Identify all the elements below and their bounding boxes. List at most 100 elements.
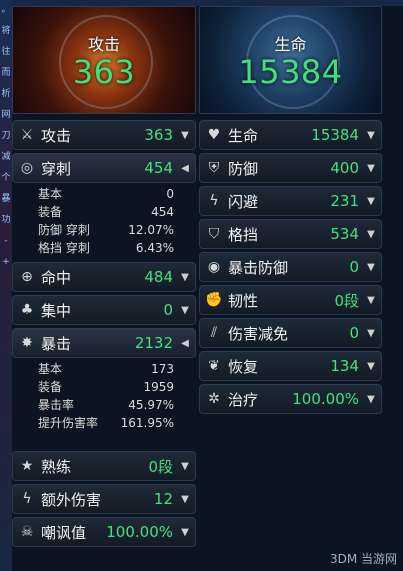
sidebar-char: 。 xyxy=(1,5,11,15)
stat-row-pierce[interactable]: ◎ 穿刺 454 ◀ xyxy=(12,153,196,183)
chevron-down-icon[interactable]: ▼ xyxy=(365,361,377,372)
sidebar-char: 减 xyxy=(1,152,11,162)
health-column: 生命 15384 ♥ 生命 15384 ▼ ⛨ 防御 400 ▼ ϟ 闪避 23… xyxy=(199,6,382,414)
star-icon: ★ xyxy=(20,458,34,474)
burst-icon: ✸ xyxy=(21,335,33,351)
chevron-down-icon[interactable]: ▼ xyxy=(365,295,377,306)
detail-row: 基本 173 xyxy=(38,362,174,376)
stat-label: 防御 xyxy=(228,159,259,178)
watermark: 3DM 当游网 xyxy=(329,552,397,566)
sidebar-char: 将 xyxy=(1,26,11,36)
chevron-down-icon[interactable]: ▼ xyxy=(365,229,377,240)
sidebar-char: 析 xyxy=(1,89,11,99)
chevron-down-icon[interactable]: ▼ xyxy=(365,328,377,339)
stat-row-taunt[interactable]: ☠ 嘲讽值 100.00% ▼ xyxy=(12,517,196,547)
health-banner-value: 15384 xyxy=(238,53,343,91)
stat-row-recovery[interactable]: ❦ 恢复 134 ▼ xyxy=(199,351,382,381)
attack-banner-value: 363 xyxy=(72,53,136,91)
slash-icon: ⫽ xyxy=(210,325,218,341)
stat-row-damage-reduction[interactable]: ⫽ 伤害减免 0 ▼ xyxy=(199,318,382,348)
stat-row-attack[interactable]: ⚔ 攻击 363 ▼ xyxy=(12,120,196,150)
attack-banner: 攻击 363 xyxy=(12,6,196,114)
chevron-down-icon[interactable]: ▼ xyxy=(365,163,377,174)
chevron-down-icon[interactable]: ▼ xyxy=(179,130,191,141)
stat-row-defense[interactable]: ⛨ 防御 400 ▼ xyxy=(199,153,382,183)
stat-value: 100.00% xyxy=(292,390,359,408)
detail-row: 装备 454 xyxy=(38,205,174,219)
chevron-left-icon[interactable]: ◀ xyxy=(179,338,191,349)
chevron-down-icon[interactable]: ▼ xyxy=(365,196,377,207)
stat-value: 363 xyxy=(144,126,173,144)
detail-row: 基本 0 xyxy=(38,187,174,201)
crit-defense-icon: ◉ xyxy=(207,259,221,275)
crossed-swords-icon: ⚔ xyxy=(20,127,34,143)
stat-value: 0段 xyxy=(334,291,359,310)
stat-row-toughness[interactable]: ✊ 韧性 0段 ▼ xyxy=(199,285,382,315)
pierce-details: 基本 0 装备 454 防御 穿刺 12.07% 格挡 穿刺 6.43% xyxy=(12,183,196,259)
focus-icon: ♣ xyxy=(20,302,34,318)
chevron-down-icon[interactable]: ▼ xyxy=(179,305,191,316)
detail-row: 防御 穿刺 12.07% xyxy=(38,223,174,237)
stat-row-focus[interactable]: ♣ 集中 0 ▼ xyxy=(12,295,196,325)
chevron-down-icon[interactable]: ▼ xyxy=(365,262,377,273)
stat-row-heal[interactable]: ✲ 治疗 100.00% ▼ xyxy=(199,384,382,414)
detail-row: 提升伤害率 161.95% xyxy=(38,416,174,430)
chevron-down-icon[interactable]: ▼ xyxy=(365,394,377,405)
stat-value: 0 xyxy=(163,301,173,319)
stat-row-crit[interactable]: ✸ 暴击 2132 ◀ xyxy=(12,328,196,358)
sidebar-char: 功 xyxy=(1,215,11,225)
pierce-icon: ◎ xyxy=(20,160,34,176)
block-shield-icon: ⛉ xyxy=(208,226,220,242)
stat-value: 0段 xyxy=(148,457,173,476)
lightning-icon: ϟ xyxy=(22,491,32,507)
stat-value: 400 xyxy=(330,159,359,177)
stat-label: 熟练 xyxy=(41,457,72,476)
stat-value: 454 xyxy=(144,159,173,177)
chevron-down-icon[interactable]: ▼ xyxy=(179,527,191,538)
sparkle-icon: ✲ xyxy=(208,391,220,407)
health-banner: 生命 15384 xyxy=(199,6,382,114)
stat-row-evade[interactable]: ϟ 闪避 231 ▼ xyxy=(199,186,382,216)
chevron-down-icon[interactable]: ▼ xyxy=(179,272,191,283)
chevron-down-icon[interactable]: ▼ xyxy=(179,461,191,472)
attack-banner-label: 攻击 xyxy=(87,35,120,54)
stat-value: 484 xyxy=(144,268,173,286)
stat-value: 100.00% xyxy=(106,523,173,541)
sidebar-char: + xyxy=(2,257,10,267)
stat-row-crit-defense[interactable]: ◉ 暴击防御 0 ▼ xyxy=(199,252,382,282)
stat-row-health[interactable]: ♥ 生命 15384 ▼ xyxy=(199,120,382,150)
stat-label: 生命 xyxy=(228,126,259,145)
stat-label: 暴击 xyxy=(41,334,72,353)
crit-details: 基本 173 装备 1959 暴击率 45.97% 提升伤害率 161.95% xyxy=(12,358,196,434)
stat-label: 治疗 xyxy=(228,390,259,409)
chevron-down-icon[interactable]: ▼ xyxy=(179,494,191,505)
health-banner-label: 生命 xyxy=(274,35,307,54)
sidebar-char: 而 xyxy=(1,68,11,78)
stat-row-block[interactable]: ⛉ 格挡 534 ▼ xyxy=(199,219,382,249)
chevron-down-icon[interactable]: ▼ xyxy=(365,130,377,141)
sidebar-char: 往 xyxy=(1,47,11,57)
stat-value: 231 xyxy=(330,192,359,210)
stat-label: 命中 xyxy=(41,268,72,287)
stat-label: 恢复 xyxy=(228,357,259,376)
left-edge-panel: 。将往而析网刀减个暴功 - + xyxy=(0,0,12,571)
dash-icon: ϟ xyxy=(209,193,219,209)
stat-value: 0 xyxy=(349,324,359,342)
stat-row-accuracy[interactable]: ⊕ 命中 484 ▼ xyxy=(12,262,196,292)
stat-row-mastery[interactable]: ★ 熟练 0段 ▼ xyxy=(12,451,196,481)
stat-value: 12 xyxy=(153,490,173,508)
flex-arm-icon: ✊ xyxy=(205,292,223,308)
sidebar-char: 刀 xyxy=(1,131,11,141)
shield-icon: ⛨ xyxy=(208,160,220,176)
sidebar-char: - xyxy=(4,236,8,246)
detail-row: 装备 1959 xyxy=(38,380,174,394)
stat-value: 2132 xyxy=(134,334,173,352)
stat-label: 韧性 xyxy=(228,291,259,310)
chevron-left-icon[interactable]: ◀ xyxy=(179,163,191,174)
stat-row-extra-damage[interactable]: ϟ 额外伤害 12 ▼ xyxy=(12,484,196,514)
sidebar-char: 暴 xyxy=(1,194,11,204)
stat-label: 暴击防御 xyxy=(228,258,289,277)
stat-value: 534 xyxy=(330,225,359,243)
stat-label: 伤害减免 xyxy=(228,324,289,343)
stat-label: 攻击 xyxy=(41,126,72,145)
